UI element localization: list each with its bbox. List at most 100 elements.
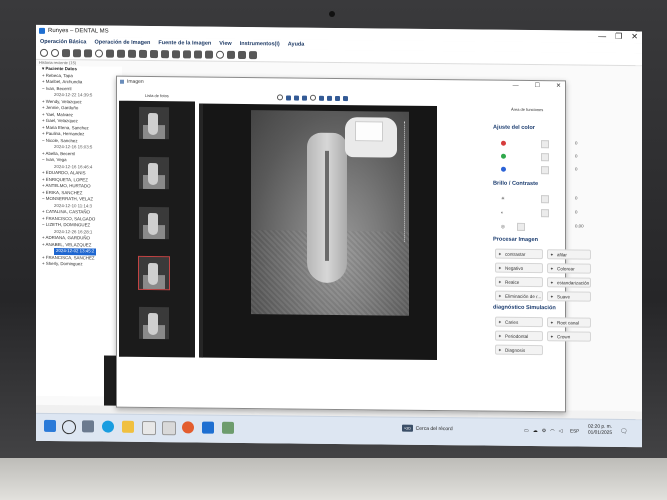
menu-fuente-imagen[interactable]: Fuente de la Imagen <box>158 38 211 49</box>
noise-removal-button[interactable]: Eliminación de r... <box>495 290 543 302</box>
info-icon[interactable] <box>95 49 103 58</box>
brightness-slider[interactable] <box>541 195 549 204</box>
undo-icon[interactable] <box>286 94 291 100</box>
menu-view[interactable]: View <box>219 39 231 49</box>
arrow-icon[interactable] <box>319 95 324 101</box>
upload-icon[interactable] <box>194 50 202 59</box>
caries-button[interactable]: Caries <box>495 316 543 328</box>
contrast-button[interactable]: contrastar <box>495 248 543 260</box>
grid-icon[interactable] <box>128 49 136 58</box>
print-icon[interactable] <box>117 49 125 58</box>
search-icon[interactable] <box>62 420 76 435</box>
pencil-icon[interactable] <box>84 49 92 58</box>
network-icon[interactable]: ☁ <box>533 428 538 434</box>
back-icon[interactable] <box>62 49 70 58</box>
start-icon[interactable] <box>44 419 56 433</box>
smooth-button[interactable]: Suave <box>547 291 591 302</box>
tooth-icon[interactable] <box>227 50 235 59</box>
remove-icon[interactable] <box>51 48 59 58</box>
dialog-maximize-button[interactable]: ☐ <box>535 81 540 91</box>
brightness-value[interactable]: 0 <box>575 195 577 200</box>
blue-slider[interactable] <box>541 166 549 175</box>
dental-xray-image[interactable] <box>251 110 409 316</box>
root-canal-button[interactable]: Root canal <box>547 317 591 328</box>
rotate-icon[interactable] <box>302 95 307 101</box>
notification-badge: ≈20 <box>402 424 413 432</box>
tree-node[interactable]: + Sherly, Dominguez <box>42 261 122 268</box>
task-view-icon[interactable] <box>82 420 94 433</box>
sharpen-button[interactable]: afilar <box>547 249 591 260</box>
xray-thumbnail-selected[interactable] <box>138 255 170 291</box>
pen-icon[interactable] <box>327 95 332 101</box>
crown-button[interactable]: Crown <box>547 331 591 342</box>
dental-app-icon[interactable] <box>202 421 214 434</box>
forward-icon[interactable] <box>73 49 81 58</box>
mail-icon[interactable] <box>162 421 176 436</box>
browser-icon[interactable] <box>182 421 194 434</box>
image-toolbar <box>277 94 348 101</box>
save-icon[interactable] <box>106 49 114 58</box>
dialog-minimize-button[interactable]: — <box>513 81 519 91</box>
settings-icon[interactable] <box>216 50 224 59</box>
contrast-slider[interactable] <box>541 209 549 218</box>
language-indicator[interactable]: ESP <box>570 428 579 433</box>
green-value[interactable]: 0 <box>575 153 577 158</box>
periodontal-button[interactable]: Periodontal <box>495 330 543 342</box>
minimize-button[interactable]: — <box>598 31 606 43</box>
monitor-icon[interactable] <box>238 50 246 60</box>
diagnosis-button[interactable]: Diagnosis <box>495 344 543 356</box>
gamma-slider[interactable] <box>517 222 525 231</box>
zoom-icon[interactable] <box>277 94 283 101</box>
download-icon[interactable] <box>205 50 213 59</box>
image-viewer[interactable] <box>199 103 437 361</box>
clock[interactable]: 02:20 p. m. 01/01/2025 <box>588 425 612 437</box>
redo-icon[interactable] <box>294 95 299 101</box>
wifi-icon[interactable]: ◠ <box>550 428 554 434</box>
menu-instrumentos[interactable]: Instrumentos(I) <box>240 39 280 49</box>
dialog-close-button[interactable]: ✕ <box>556 81 561 91</box>
measure-icon[interactable] <box>310 94 316 101</box>
menu-operacion-basica[interactable]: Operación Básica <box>40 37 86 47</box>
folder-icon[interactable] <box>161 50 169 59</box>
notification-center-icon[interactable]: 🗨 <box>620 428 628 435</box>
keyboard-icon[interactable] <box>249 51 257 60</box>
contrast-icon: ◐ <box>501 209 504 215</box>
restore-button[interactable]: ❐ <box>615 31 622 43</box>
print-image-icon[interactable] <box>343 95 348 101</box>
image-icon[interactable] <box>150 50 158 59</box>
settings-tray-icon[interactable]: ⚙ <box>542 428 546 434</box>
enhance-button[interactable]: Realce <box>495 276 543 288</box>
window-controls: — ❐ ✕ <box>598 31 638 43</box>
red-value[interactable]: 0 <box>575 140 577 145</box>
xray-thumbnail[interactable] <box>139 306 169 340</box>
scanner-icon[interactable] <box>183 50 191 59</box>
red-slider[interactable] <box>541 140 549 149</box>
file-explorer-icon[interactable] <box>122 420 134 433</box>
volume-icon[interactable]: ◁ <box>559 428 563 434</box>
front-camera <box>329 11 335 17</box>
green-slider[interactable] <box>541 153 549 162</box>
screen: Runyes – DENTAL MS — ❐ ✕ Operación Básic… <box>36 24 642 448</box>
camera-icon[interactable] <box>172 50 180 59</box>
negative-button[interactable]: Negativo <box>495 262 543 274</box>
xray-thumbnail[interactable] <box>139 206 169 240</box>
weather-notification[interactable]: ≈20 Cerca del récord <box>402 424 453 433</box>
tray-icon[interactable]: ▭ <box>524 428 529 434</box>
xray-thumbnail[interactable] <box>139 106 169 140</box>
menu-ayuda[interactable]: Ayuda <box>288 39 305 49</box>
edge-icon[interactable] <box>102 420 114 433</box>
menu-operacion-imagen[interactable]: Operación de Imagen <box>94 37 150 48</box>
gamma-value[interactable]: 0.00 <box>575 223 584 228</box>
export-icon[interactable] <box>335 95 340 101</box>
xray-thumbnail[interactable] <box>139 156 169 190</box>
store-icon[interactable] <box>142 420 156 436</box>
add-icon[interactable] <box>40 48 48 57</box>
standardize-button[interactable]: estandarización <box>547 277 591 288</box>
photos-icon[interactable] <box>222 421 234 434</box>
layout-icon[interactable] <box>139 49 147 58</box>
functions-panel: Área de funciones Ajuste del color 0 0 0… <box>491 107 597 400</box>
close-button[interactable]: ✕ <box>631 31 638 43</box>
colorize-button[interactable]: Colorear <box>547 263 591 274</box>
blue-value[interactable]: 0 <box>575 166 577 171</box>
contrast-value[interactable]: 0 <box>575 209 577 214</box>
